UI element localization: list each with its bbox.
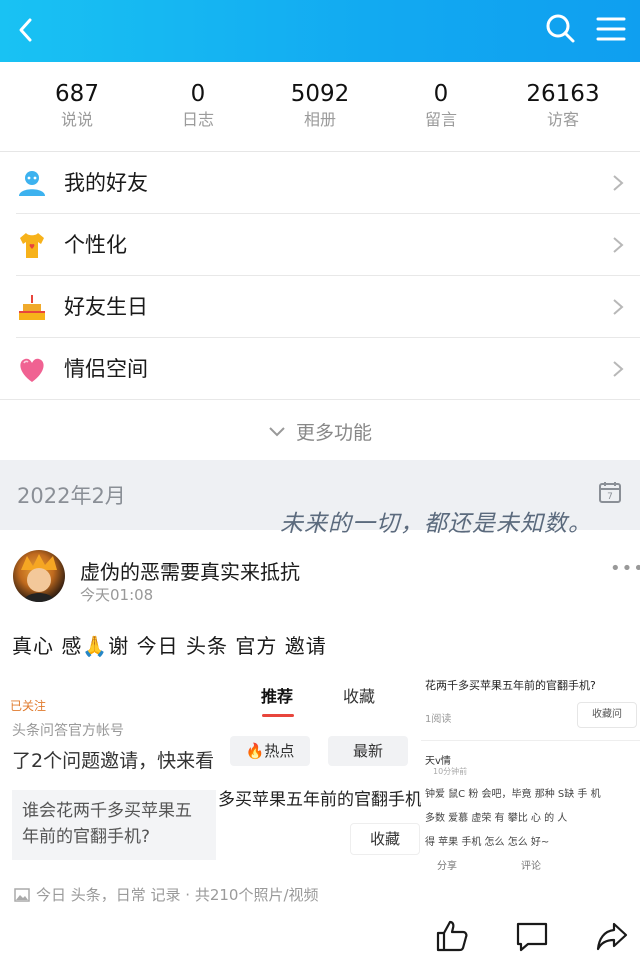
more-features-label: 更多功能 bbox=[295, 422, 372, 444]
search-icon[interactable] bbox=[542, 10, 578, 46]
tab-recommend: 推荐 bbox=[261, 687, 294, 706]
stat-label: 日志 bbox=[181, 110, 214, 129]
flame-icon: 🔥 bbox=[245, 742, 265, 760]
post-time: 今天01:08 bbox=[80, 586, 154, 604]
heart-icon bbox=[20, 358, 44, 382]
menu-item-label: 情侣空间 bbox=[64, 357, 148, 381]
collect-button: 收藏 bbox=[350, 823, 420, 855]
question-title: 多买苹果五年前的官翻手机 bbox=[218, 790, 421, 810]
read-count: 1阅读 bbox=[425, 714, 452, 725]
chevron-right-icon bbox=[613, 237, 624, 253]
stat-value: 26163 bbox=[526, 81, 600, 107]
menu-item-birthday[interactable]: 好友生日 bbox=[0, 276, 640, 338]
comment-label: 评论 bbox=[521, 861, 541, 870]
stat-value: 5092 bbox=[290, 81, 350, 107]
stat-label: 留言 bbox=[424, 110, 457, 129]
stat-label: 相册 bbox=[303, 110, 336, 129]
album-label: 今日 头条，日常 记录 · 共210个照片/视频 bbox=[36, 886, 319, 904]
photo-icon bbox=[14, 887, 30, 902]
album-info[interactable]: 今日 头条，日常 记录 · 共210个照片/视频 bbox=[14, 884, 319, 905]
hot-label: 热点 bbox=[264, 742, 295, 760]
post-image-2[interactable]: 推荐 收藏 🔥热点 最新 多买苹果五年前的官翻手机 收藏 bbox=[218, 670, 421, 865]
chevron-left-icon[interactable] bbox=[10, 12, 46, 48]
stat-shuoshuo[interactable]: 687 说说 bbox=[17, 80, 137, 131]
avatar[interactable] bbox=[13, 550, 65, 602]
answer-line: 钟爱 鼠C 粉 会吧，毕竟 那种 S缺 手 机 bbox=[425, 789, 601, 800]
collect-question-button: 收藏问 bbox=[577, 702, 637, 728]
account-name: 头条问答官方帐号 bbox=[12, 723, 124, 739]
menu-item-friends[interactable]: 我的好友 bbox=[0, 152, 640, 214]
chevron-right-icon bbox=[613, 299, 624, 315]
stat-label: 访客 bbox=[546, 110, 579, 129]
share-icon[interactable] bbox=[594, 918, 630, 954]
like-icon[interactable] bbox=[434, 918, 470, 954]
menu-item-label: 个性化 bbox=[64, 233, 127, 257]
chevron-down-icon bbox=[269, 426, 285, 436]
stat-rizhi[interactable]: 0 日志 bbox=[138, 80, 258, 131]
post-author[interactable]: 虚伪的恶需要真实来抵抗 bbox=[80, 556, 300, 585]
birthday-cake-icon bbox=[19, 295, 45, 320]
share-label: 分享 bbox=[437, 861, 457, 870]
chevron-right-icon bbox=[613, 361, 624, 377]
stats-bar: 687 说说 0 日志 5092 相册 0 留言 26163 访客 bbox=[0, 62, 640, 152]
tab-underline bbox=[262, 714, 294, 717]
feature-list: 我的好友 个性化 好友生日 情侣空间 bbox=[0, 152, 640, 400]
hot-pill: 🔥热点 bbox=[230, 736, 310, 766]
question-card: 谁会花两千多买苹果五年前的官翻手机? bbox=[12, 790, 216, 860]
friends-icon bbox=[19, 171, 45, 196]
stat-value: 0 bbox=[433, 81, 449, 107]
top-bar bbox=[0, 0, 640, 62]
feed-post: 虚伪的恶需要真实来抵抗 今天01:08 ••• 真心 感🙏谢 今日 头条 官方 … bbox=[0, 530, 640, 968]
more-options-icon[interactable]: ••• bbox=[610, 558, 640, 579]
stat-xiangce[interactable]: 5092 相册 bbox=[260, 80, 380, 131]
comment-icon[interactable] bbox=[514, 918, 550, 954]
menu-item-label: 好友生日 bbox=[64, 295, 148, 319]
timeline-header: 2022年2月 未来的一切，都还是未知数。 7 bbox=[0, 460, 640, 537]
timeline-month: 2022年2月 bbox=[17, 484, 126, 508]
answer-user: 天v情 bbox=[425, 756, 451, 767]
tshirt-icon bbox=[20, 233, 44, 258]
tab-collect: 收藏 bbox=[343, 687, 376, 706]
followed-badge: 已关注 bbox=[10, 699, 47, 713]
stat-fangke[interactable]: 26163 访客 bbox=[503, 80, 623, 131]
answer-time: 10分钟前 bbox=[433, 767, 468, 776]
stat-value: 0 bbox=[190, 81, 206, 107]
chevron-right-icon bbox=[613, 175, 624, 191]
invite-text: 了2个问题邀请，快来看 bbox=[12, 750, 215, 772]
menu-item-couple[interactable]: 情侣空间 bbox=[0, 338, 640, 400]
stat-liuyan[interactable]: 0 留言 bbox=[381, 80, 501, 131]
question-title: 花两千多买苹果五年前的官翻手机? bbox=[425, 679, 596, 692]
answer-line: 得 苹果 手机 怎么 怎么 好~ bbox=[425, 837, 550, 848]
stat-label: 说说 bbox=[60, 110, 93, 129]
stat-value: 687 bbox=[55, 81, 99, 107]
calendar-icon[interactable]: 7 bbox=[598, 480, 622, 504]
answer-line: 多数 爱慕 虚荣 有 攀比 心 的 人 bbox=[425, 813, 568, 824]
post-image-1[interactable]: 已关注 头条问答官方帐号 了2个问题邀请，快来看 谁会花两千多买苹果五年前的官翻… bbox=[0, 680, 218, 865]
menu-item-personalize[interactable]: 个性化 bbox=[0, 214, 640, 276]
svg-text:7: 7 bbox=[607, 492, 613, 502]
post-image-3[interactable]: 花两千多买苹果五年前的官翻手机? 1阅读 收藏问 天v情 10分钟前 钟爱 鼠C… bbox=[421, 670, 640, 870]
menu-item-label: 我的好友 bbox=[64, 171, 148, 195]
more-features-button[interactable]: 更多功能 bbox=[0, 400, 640, 460]
post-text: 真心 感🙏谢 今日 头条 官方 邀请 bbox=[12, 634, 327, 658]
divider bbox=[421, 740, 640, 741]
latest-pill: 最新 bbox=[328, 736, 408, 766]
menu-icon[interactable] bbox=[594, 12, 628, 46]
